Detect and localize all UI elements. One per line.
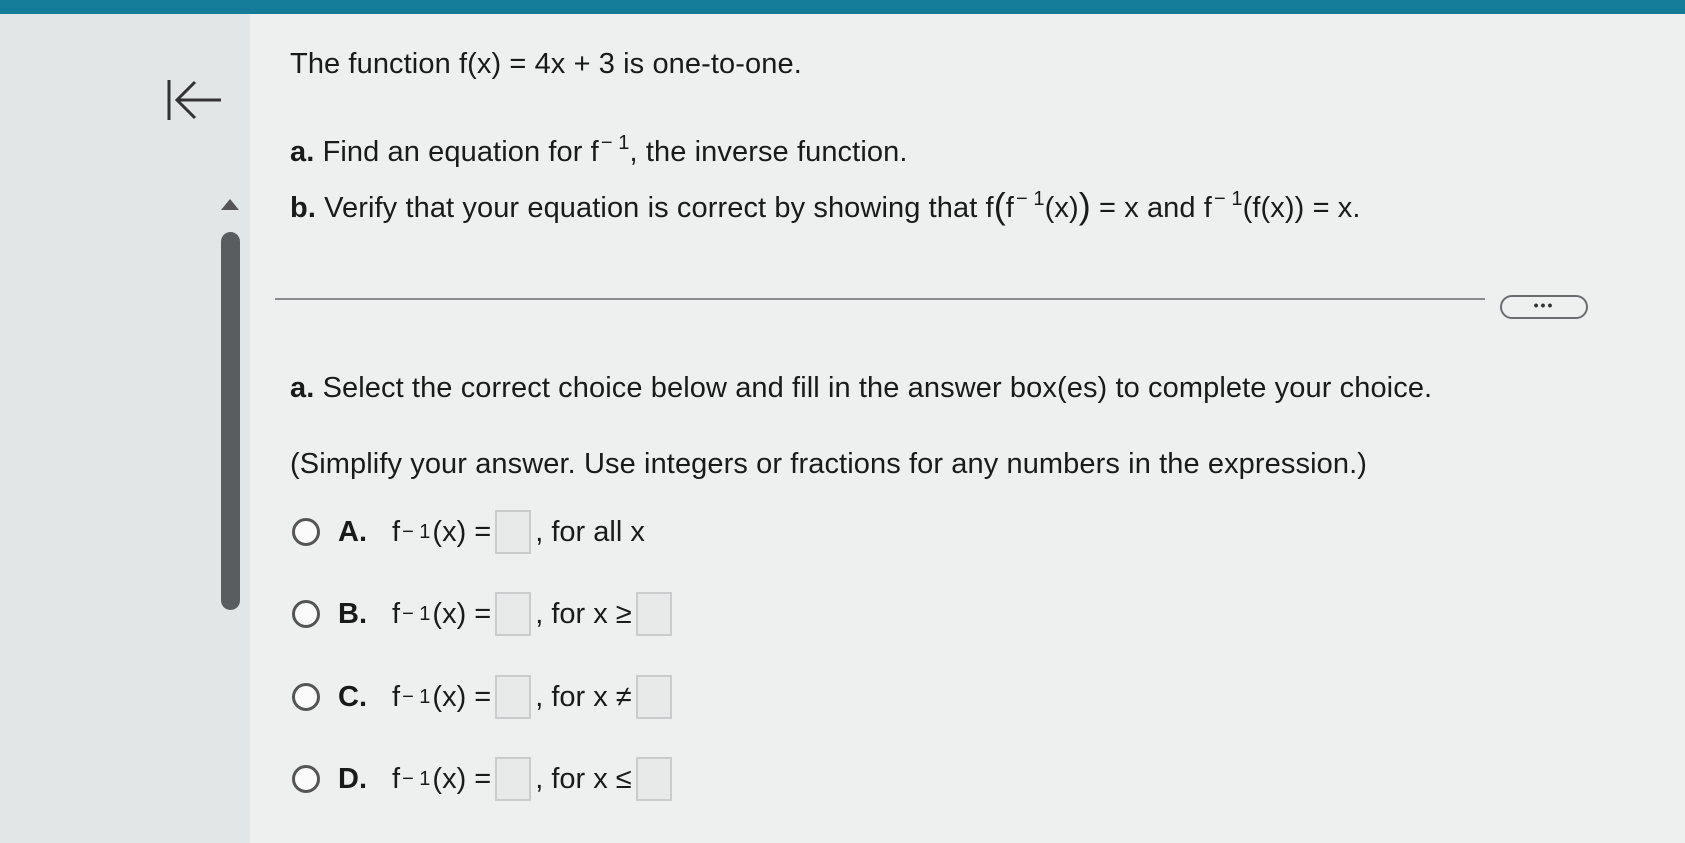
choice-d[interactable]: D. f − 1 (x) = , for x ≤ bbox=[292, 757, 676, 801]
function-name: f bbox=[392, 515, 401, 548]
condition-box[interactable] bbox=[635, 757, 672, 801]
condition-text: , for x ≤ bbox=[535, 762, 632, 795]
close-paren: ) bbox=[1078, 185, 1091, 226]
scrollbar-thumb[interactable] bbox=[221, 232, 240, 610]
function-name: f bbox=[392, 680, 401, 713]
part-b-text-end: (f(x)) = x. bbox=[1242, 192, 1361, 224]
equation-text: (x) = bbox=[432, 515, 492, 548]
choice-b[interactable]: B. f − 1 (x) = , for x ≥ bbox=[292, 592, 676, 636]
instruction-note: (Simplify your answer. Use integers or f… bbox=[290, 448, 1368, 480]
choice-c[interactable]: C. f − 1 (x) = , for x ≠ bbox=[292, 675, 676, 719]
problem-statement: The function f(x) = 4x + 3 is one-to-one… bbox=[290, 48, 802, 80]
condition-box[interactable] bbox=[635, 675, 672, 719]
divider bbox=[275, 298, 1485, 300]
part-b-arg: (x) bbox=[1044, 192, 1079, 224]
triangle-up-icon[interactable] bbox=[221, 199, 239, 210]
function-name: f bbox=[392, 597, 401, 630]
superscript: − 1 bbox=[1015, 188, 1045, 210]
condition-box[interactable] bbox=[635, 592, 672, 636]
top-bar bbox=[0, 0, 1685, 14]
instruction-text: Select the correct choice below and fill… bbox=[322, 372, 1433, 404]
equation-text: (x) = bbox=[432, 680, 492, 713]
part-a-text-end: , the inverse function. bbox=[629, 136, 908, 168]
superscript: − 1 bbox=[1213, 188, 1243, 210]
function-name: f bbox=[392, 762, 401, 795]
condition-text: , for x ≠ bbox=[535, 680, 632, 713]
answer-box[interactable] bbox=[495, 675, 532, 719]
answer-box[interactable] bbox=[495, 592, 532, 636]
superscript: − 1 bbox=[402, 685, 431, 708]
part-b-question: b. Verify that your equation is correct … bbox=[290, 188, 1361, 225]
more-options-button[interactable]: ••• bbox=[1500, 295, 1588, 319]
part-a-question: a. Find an equation for f − 1, the invers… bbox=[290, 132, 907, 169]
part-a-label: a. bbox=[290, 136, 315, 168]
choice-letter: A. bbox=[338, 515, 367, 548]
radio-button[interactable] bbox=[292, 600, 320, 628]
choice-letter: B. bbox=[338, 597, 367, 630]
answer-box[interactable] bbox=[495, 757, 532, 801]
choice-a[interactable]: A. f − 1 (x) = , for all x bbox=[292, 510, 645, 554]
part-a-text: Find an equation for f bbox=[322, 136, 599, 168]
part-b-label: b. bbox=[290, 192, 316, 224]
superscript: − 1 bbox=[402, 520, 431, 543]
superscript: − 1 bbox=[402, 602, 431, 625]
first-page-icon[interactable] bbox=[165, 78, 225, 122]
condition-text: , for all x bbox=[535, 515, 645, 548]
equation-text: (x) = bbox=[432, 762, 492, 795]
radio-button[interactable] bbox=[292, 518, 320, 546]
superscript: − 1 bbox=[600, 132, 630, 154]
condition-text: , for x ≥ bbox=[535, 597, 632, 630]
choice-letter: D. bbox=[338, 762, 367, 795]
part-b-text: Verify that your equation is correct by … bbox=[324, 192, 994, 224]
equation-text: (x) = bbox=[432, 597, 492, 630]
choice-letter: C. bbox=[338, 680, 367, 713]
left-panel bbox=[0, 14, 250, 843]
instruction-label: a. bbox=[290, 372, 315, 404]
instruction: a. Select the correct choice below and f… bbox=[290, 372, 1432, 405]
inner-function: f bbox=[1005, 192, 1014, 224]
open-paren: ( bbox=[993, 185, 1006, 226]
part-b-middle: = x and f bbox=[1090, 192, 1212, 224]
radio-button[interactable] bbox=[292, 683, 320, 711]
superscript: − 1 bbox=[402, 767, 431, 790]
radio-button[interactable] bbox=[292, 765, 320, 793]
answer-box[interactable] bbox=[495, 510, 532, 554]
